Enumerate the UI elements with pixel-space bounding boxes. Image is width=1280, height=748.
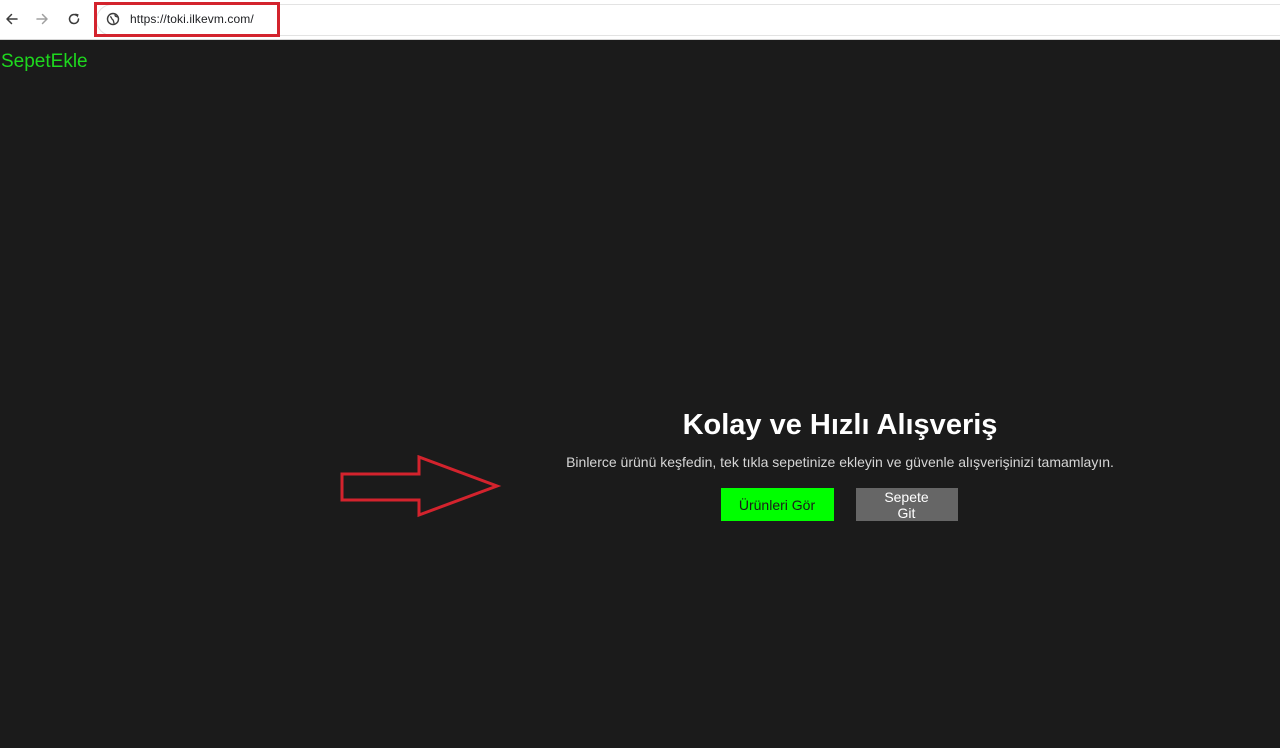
arrow-annotation-icon: [340, 455, 502, 518]
view-products-button[interactable]: Ürünleri Gör: [720, 488, 834, 521]
arrow-left-icon: [6, 13, 18, 25]
page-content: SepetEkle Kolay ve Hızlı Alışveriş Binle…: [0, 40, 1280, 748]
address-bar[interactable]: [96, 4, 1280, 36]
back-button[interactable]: [0, 6, 24, 32]
arrow-right-icon: [36, 13, 48, 25]
hero-section: Kolay ve Hızlı Alışveriş Binlerce ürünü …: [560, 404, 1120, 521]
globe-icon[interactable]: [106, 12, 120, 26]
forward-button[interactable]: [30, 6, 54, 32]
browser-toolbar: https://toki.ilkevm.com/: [0, 0, 1280, 40]
reload-button[interactable]: [62, 6, 86, 32]
site-logo[interactable]: SepetEkle: [1, 51, 88, 73]
hero-title: Kolay ve Hızlı Alışveriş: [682, 409, 998, 441]
hero-actions: Ürünleri Gör Sepete Git: [560, 488, 1120, 521]
hero-subtitle: Binlerce ürünü keşfedin, tek tıkla sepet…: [566, 454, 1114, 470]
url-text[interactable]: https://toki.ilkevm.com/: [130, 12, 254, 26]
go-to-cart-button[interactable]: Sepete Git: [855, 488, 958, 521]
reload-icon: [68, 13, 80, 25]
